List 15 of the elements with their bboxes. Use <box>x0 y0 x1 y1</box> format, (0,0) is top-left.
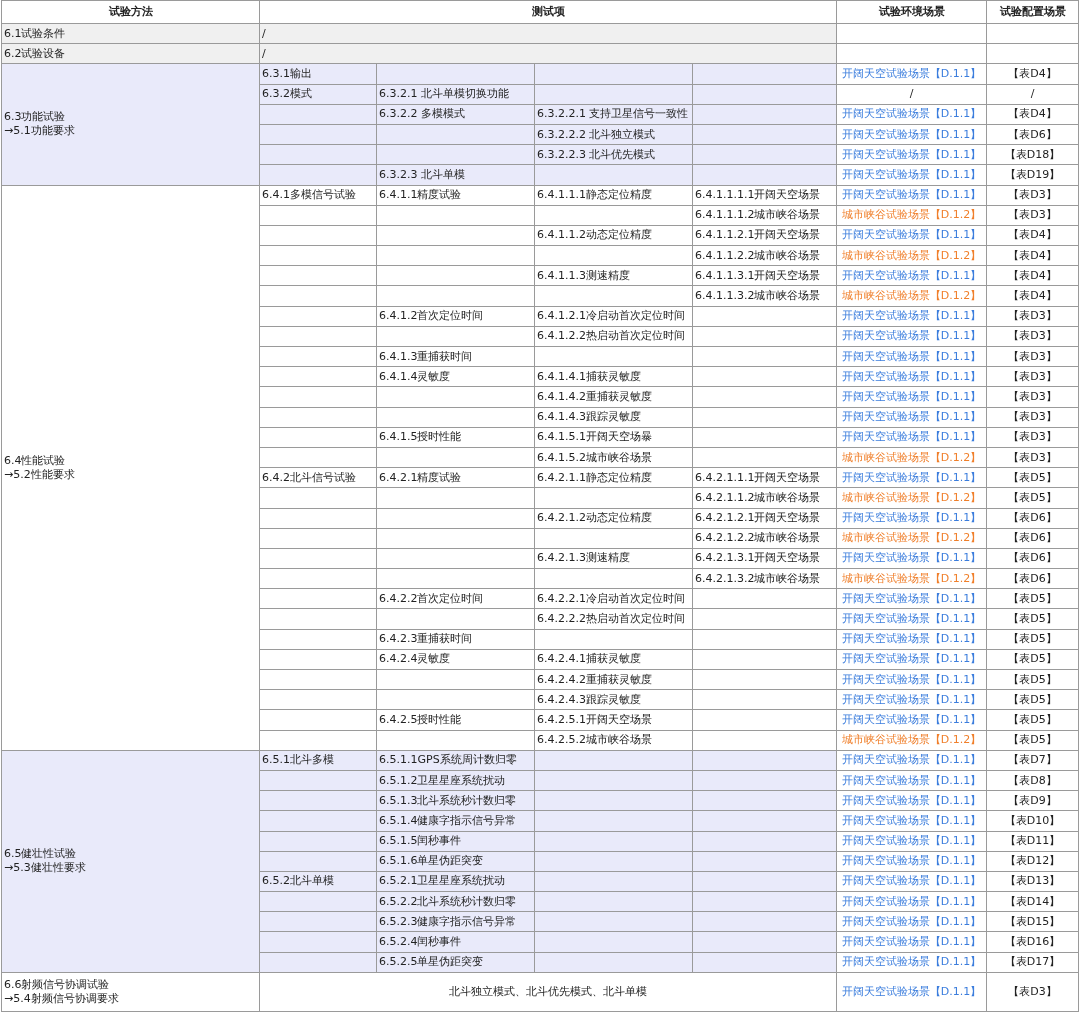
table-cell: 开阔天空试验场景【D.1.1】 <box>836 972 987 1012</box>
table-cell: 6.5健壮性试验 →5.3健壮性要求 <box>1 750 260 973</box>
column-header: 试验配置场景 <box>986 0 1079 24</box>
table-cell: 6.6射频信号协调试验 →5.4射频信号协调要求 <box>1 972 260 1012</box>
table-cell: 【表D3】 <box>986 972 1079 1012</box>
column-header: 试验方法 <box>1 0 260 24</box>
table-cell: 北斗独立模式、北斗优先模式、北斗单模 <box>259 972 837 1012</box>
table-cell: 6.4性能试验 →5.2性能要求 <box>1 185 260 751</box>
table-cell: 6.1试验条件 <box>1 23 260 44</box>
table-cell: / <box>259 43 837 64</box>
column-header: 测试项 <box>259 0 837 24</box>
column-header: 试验环境场景 <box>836 0 987 24</box>
table-cell: 6.3功能试验 →5.1功能要求 <box>1 63 260 185</box>
table-cell: 6.2试验设备 <box>1 43 260 64</box>
table-cell: / <box>259 23 837 44</box>
